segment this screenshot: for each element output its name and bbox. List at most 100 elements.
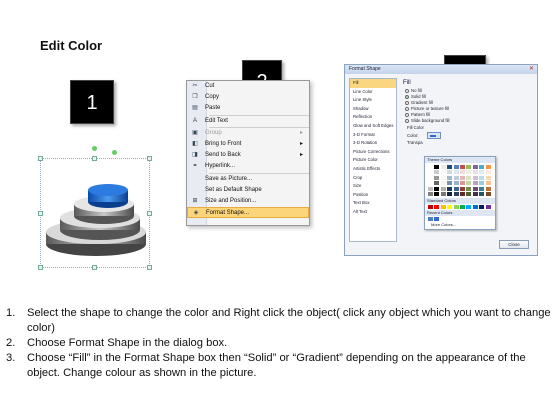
color-swatch[interactable]: [440, 181, 446, 186]
category-item[interactable]: Glow and Soft Edges: [350, 122, 396, 131]
category-item[interactable]: Line Style: [350, 96, 396, 105]
color-swatch[interactable]: [440, 204, 446, 209]
category-item[interactable]: 3-D Format: [350, 131, 396, 140]
color-swatch[interactable]: [447, 186, 453, 191]
color-swatch[interactable]: [472, 191, 478, 196]
color-swatch[interactable]: [434, 216, 440, 221]
color-swatch[interactable]: [434, 191, 440, 196]
color-swatch[interactable]: [466, 175, 472, 180]
radio-button[interactable]: [405, 100, 409, 105]
radio-button[interactable]: [405, 106, 409, 111]
color-swatch[interactable]: [428, 170, 433, 175]
category-item[interactable]: Picture Corrections: [350, 148, 396, 157]
color-swatch[interactable]: [472, 204, 478, 209]
color-swatch[interactable]: [479, 191, 485, 196]
color-swatch[interactable]: [428, 186, 433, 191]
color-swatch[interactable]: [428, 191, 433, 196]
color-picker-button[interactable]: [427, 132, 441, 139]
color-swatch[interactable]: [459, 191, 465, 196]
menu-item-cut[interactable]: ✂ Cut: [187, 81, 309, 92]
color-swatch[interactable]: [434, 165, 440, 169]
color-swatch[interactable]: [466, 204, 472, 209]
color-swatch[interactable]: [453, 170, 459, 175]
color-swatch[interactable]: [447, 204, 453, 209]
color-swatch[interactable]: [466, 186, 472, 191]
color-swatch[interactable]: [459, 165, 465, 169]
color-swatch[interactable]: [466, 181, 472, 186]
color-swatch[interactable]: [459, 181, 465, 186]
menu-item-copy[interactable]: ❐ Copy: [187, 92, 309, 103]
menu-item-edit-text[interactable]: A Edit Text: [187, 116, 309, 127]
color-swatch[interactable]: [447, 191, 453, 196]
color-swatch[interactable]: [485, 175, 491, 180]
color-swatch[interactable]: [459, 175, 465, 180]
color-swatch[interactable]: [479, 175, 485, 180]
color-swatch[interactable]: [434, 170, 440, 175]
color-swatch[interactable]: [453, 204, 459, 209]
close-button[interactable]: Close: [499, 240, 529, 249]
color-swatch[interactable]: [440, 170, 446, 175]
color-swatch[interactable]: [472, 165, 478, 169]
menu-item-hyperlink[interactable]: ⚭ Hyperlink...: [187, 161, 309, 172]
color-swatch[interactable]: [472, 170, 478, 175]
category-item[interactable]: Alt Text: [350, 208, 396, 217]
color-swatch[interactable]: [447, 181, 453, 186]
color-swatch[interactable]: [479, 170, 485, 175]
color-swatch[interactable]: [447, 170, 453, 175]
color-swatch[interactable]: [428, 216, 433, 221]
color-swatch[interactable]: [479, 204, 485, 209]
category-item[interactable]: Text Box: [350, 199, 396, 208]
color-swatch[interactable]: [428, 165, 433, 169]
category-item[interactable]: Size: [350, 182, 396, 191]
color-swatch[interactable]: [485, 170, 491, 175]
menu-item-format-shape[interactable]: ◈ Format Shape...: [187, 207, 309, 219]
color-swatch[interactable]: [479, 181, 485, 186]
menu-item-save-as-picture[interactable]: Save as Picture...: [187, 174, 309, 185]
color-swatch[interactable]: [485, 191, 491, 196]
color-swatch[interactable]: [440, 186, 446, 191]
more-colors-link[interactable]: More Colors...: [425, 222, 495, 228]
color-swatch[interactable]: [447, 175, 453, 180]
color-swatch[interactable]: [485, 204, 491, 209]
color-swatch[interactable]: [440, 191, 446, 196]
menu-item-set-as-default-shape[interactable]: Set as Default Shape: [187, 185, 309, 196]
color-swatch[interactable]: [485, 181, 491, 186]
color-swatch[interactable]: [440, 165, 446, 169]
color-swatch[interactable]: [453, 191, 459, 196]
color-swatch[interactable]: [485, 165, 491, 169]
color-swatch[interactable]: [434, 181, 440, 186]
color-swatch[interactable]: [479, 186, 485, 191]
menu-item-paste[interactable]: ▤ Paste: [187, 103, 309, 114]
category-item[interactable]: Artistic Effects: [350, 165, 396, 174]
color-swatch[interactable]: [434, 175, 440, 180]
category-item[interactable]: Picture Color: [350, 156, 396, 165]
color-swatch[interactable]: [466, 191, 472, 196]
color-swatch[interactable]: [472, 186, 478, 191]
menu-item-bring-to-front[interactable]: ◧ Bring to Front ▸: [187, 139, 309, 150]
color-swatch[interactable]: [428, 181, 433, 186]
color-swatch[interactable]: [447, 165, 453, 169]
color-swatch[interactable]: [472, 181, 478, 186]
category-item[interactable]: Fill: [350, 79, 396, 88]
close-icon[interactable]: ✕: [529, 65, 534, 74]
color-swatch[interactable]: [453, 186, 459, 191]
color-swatch[interactable]: [428, 204, 433, 209]
radio-button[interactable]: [405, 118, 409, 123]
category-item[interactable]: Shadow: [350, 105, 396, 114]
color-swatch[interactable]: [459, 204, 465, 209]
category-item[interactable]: Reflection: [350, 113, 396, 122]
color-swatch[interactable]: [453, 181, 459, 186]
color-swatch[interactable]: [434, 204, 440, 209]
color-swatch[interactable]: [440, 175, 446, 180]
fill-option[interactable]: Slide background fill: [401, 118, 535, 124]
color-swatch[interactable]: [459, 186, 465, 191]
color-swatch[interactable]: [472, 175, 478, 180]
category-item[interactable]: Position: [350, 191, 396, 200]
color-swatch[interactable]: [453, 165, 459, 169]
color-swatch[interactable]: [485, 186, 491, 191]
color-swatch[interactable]: [428, 175, 433, 180]
color-swatch[interactable]: [479, 165, 485, 169]
category-item[interactable]: Line Color: [350, 88, 396, 97]
radio-button[interactable]: [405, 94, 409, 99]
color-swatch[interactable]: [434, 186, 440, 191]
